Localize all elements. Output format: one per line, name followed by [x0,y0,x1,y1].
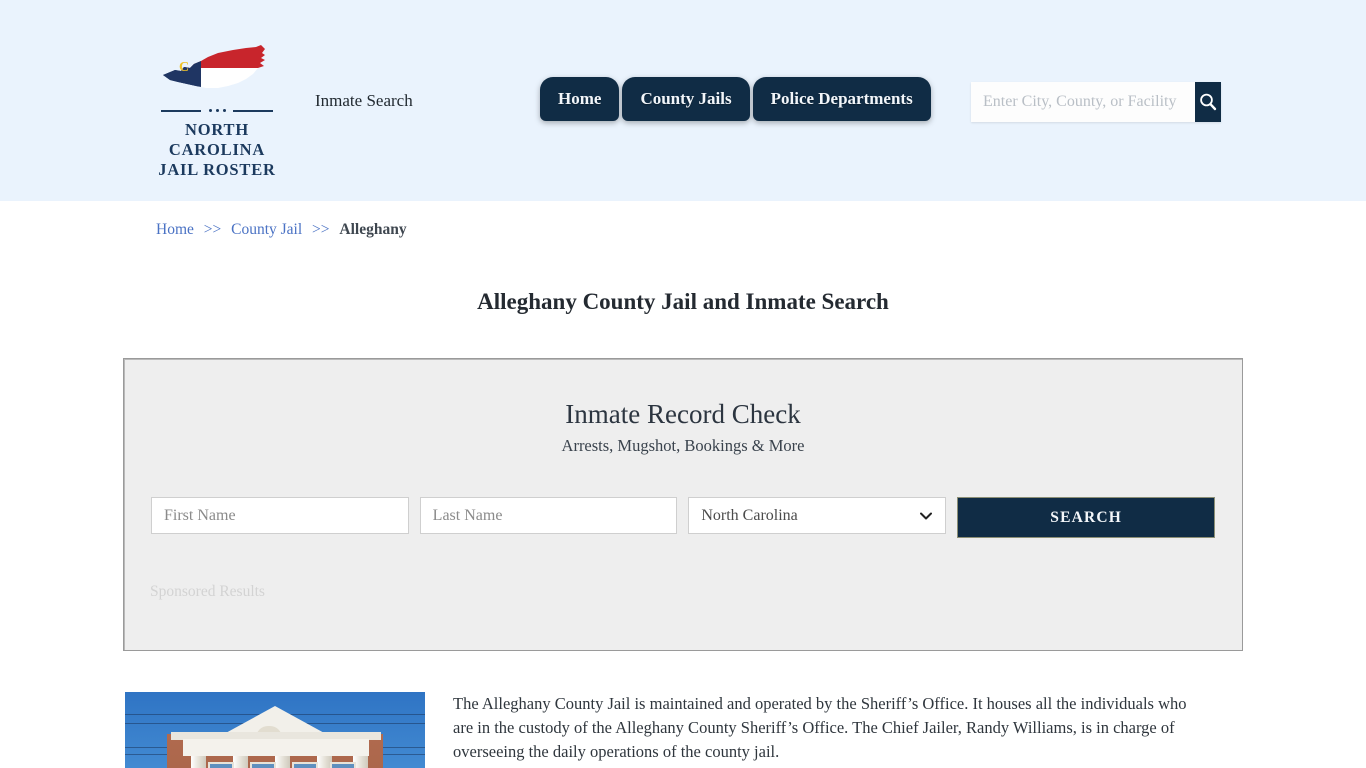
breadcrumb-item-home[interactable]: Home [156,221,194,238]
flag-letter: C [179,60,189,75]
logo-text-line2: JAIL ROSTER [158,160,276,179]
breadcrumb-item-current: Alleghany [339,221,407,238]
first-name-input[interactable] [151,497,409,534]
last-name-input[interactable] [419,497,678,534]
logo-text-line1: NORTH CAROLINA [168,120,266,159]
nav-item-county-jails[interactable]: County Jails [622,77,750,121]
logo-divider [161,106,273,116]
breadcrumb-separator: >> [203,221,222,238]
panel-subtitle: Arrests, Mugshot, Bookings & More [561,436,805,455]
site-tagline: Inmate Search [315,91,413,110]
panel-title: Inmate Record Check [565,399,801,429]
courthouse-photo [125,692,425,768]
breadcrumb-item-county-jail[interactable]: County Jail [231,221,302,238]
jail-description-paragraph: The Alleghany County Jail is maintained … [453,694,1187,761]
header-search-input[interactable] [971,82,1195,122]
site-header: C NORTH CAROLINA JAIL ROSTER Inmate Sear… [0,0,1366,201]
entablature [183,739,369,756]
search-icon [1200,93,1217,111]
inmate-record-check-panel: Inmate Record Check Arrests, Mugshot, Bo… [123,358,1243,651]
north-carolina-map-icon: C [163,45,265,88]
breadcrumb: Home >> County Jail >> Alleghany [156,221,407,239]
nav-item-home[interactable]: Home [540,77,620,121]
nav-item-police-departments[interactable]: Police Departments [752,77,931,121]
header-search-button[interactable] [1195,82,1221,122]
state-select-wrapper: North Carolina [688,497,947,534]
main-navigation: Home County Jails Police Departments [540,77,931,121]
breadcrumb-separator: >> [312,221,330,238]
page-title: Alleghany County Jail and Inmate Search [477,289,889,315]
header-search [971,82,1221,122]
site-logo[interactable]: C NORTH CAROLINA JAIL ROSTER [146,38,288,180]
state-select[interactable]: North Carolina [688,497,947,534]
inmate-search-button[interactable]: SEARCH [957,497,1215,538]
inmate-search-form: North Carolina SEARCH [151,497,1215,538]
sponsored-results-label: Sponsored Results [150,583,265,600]
